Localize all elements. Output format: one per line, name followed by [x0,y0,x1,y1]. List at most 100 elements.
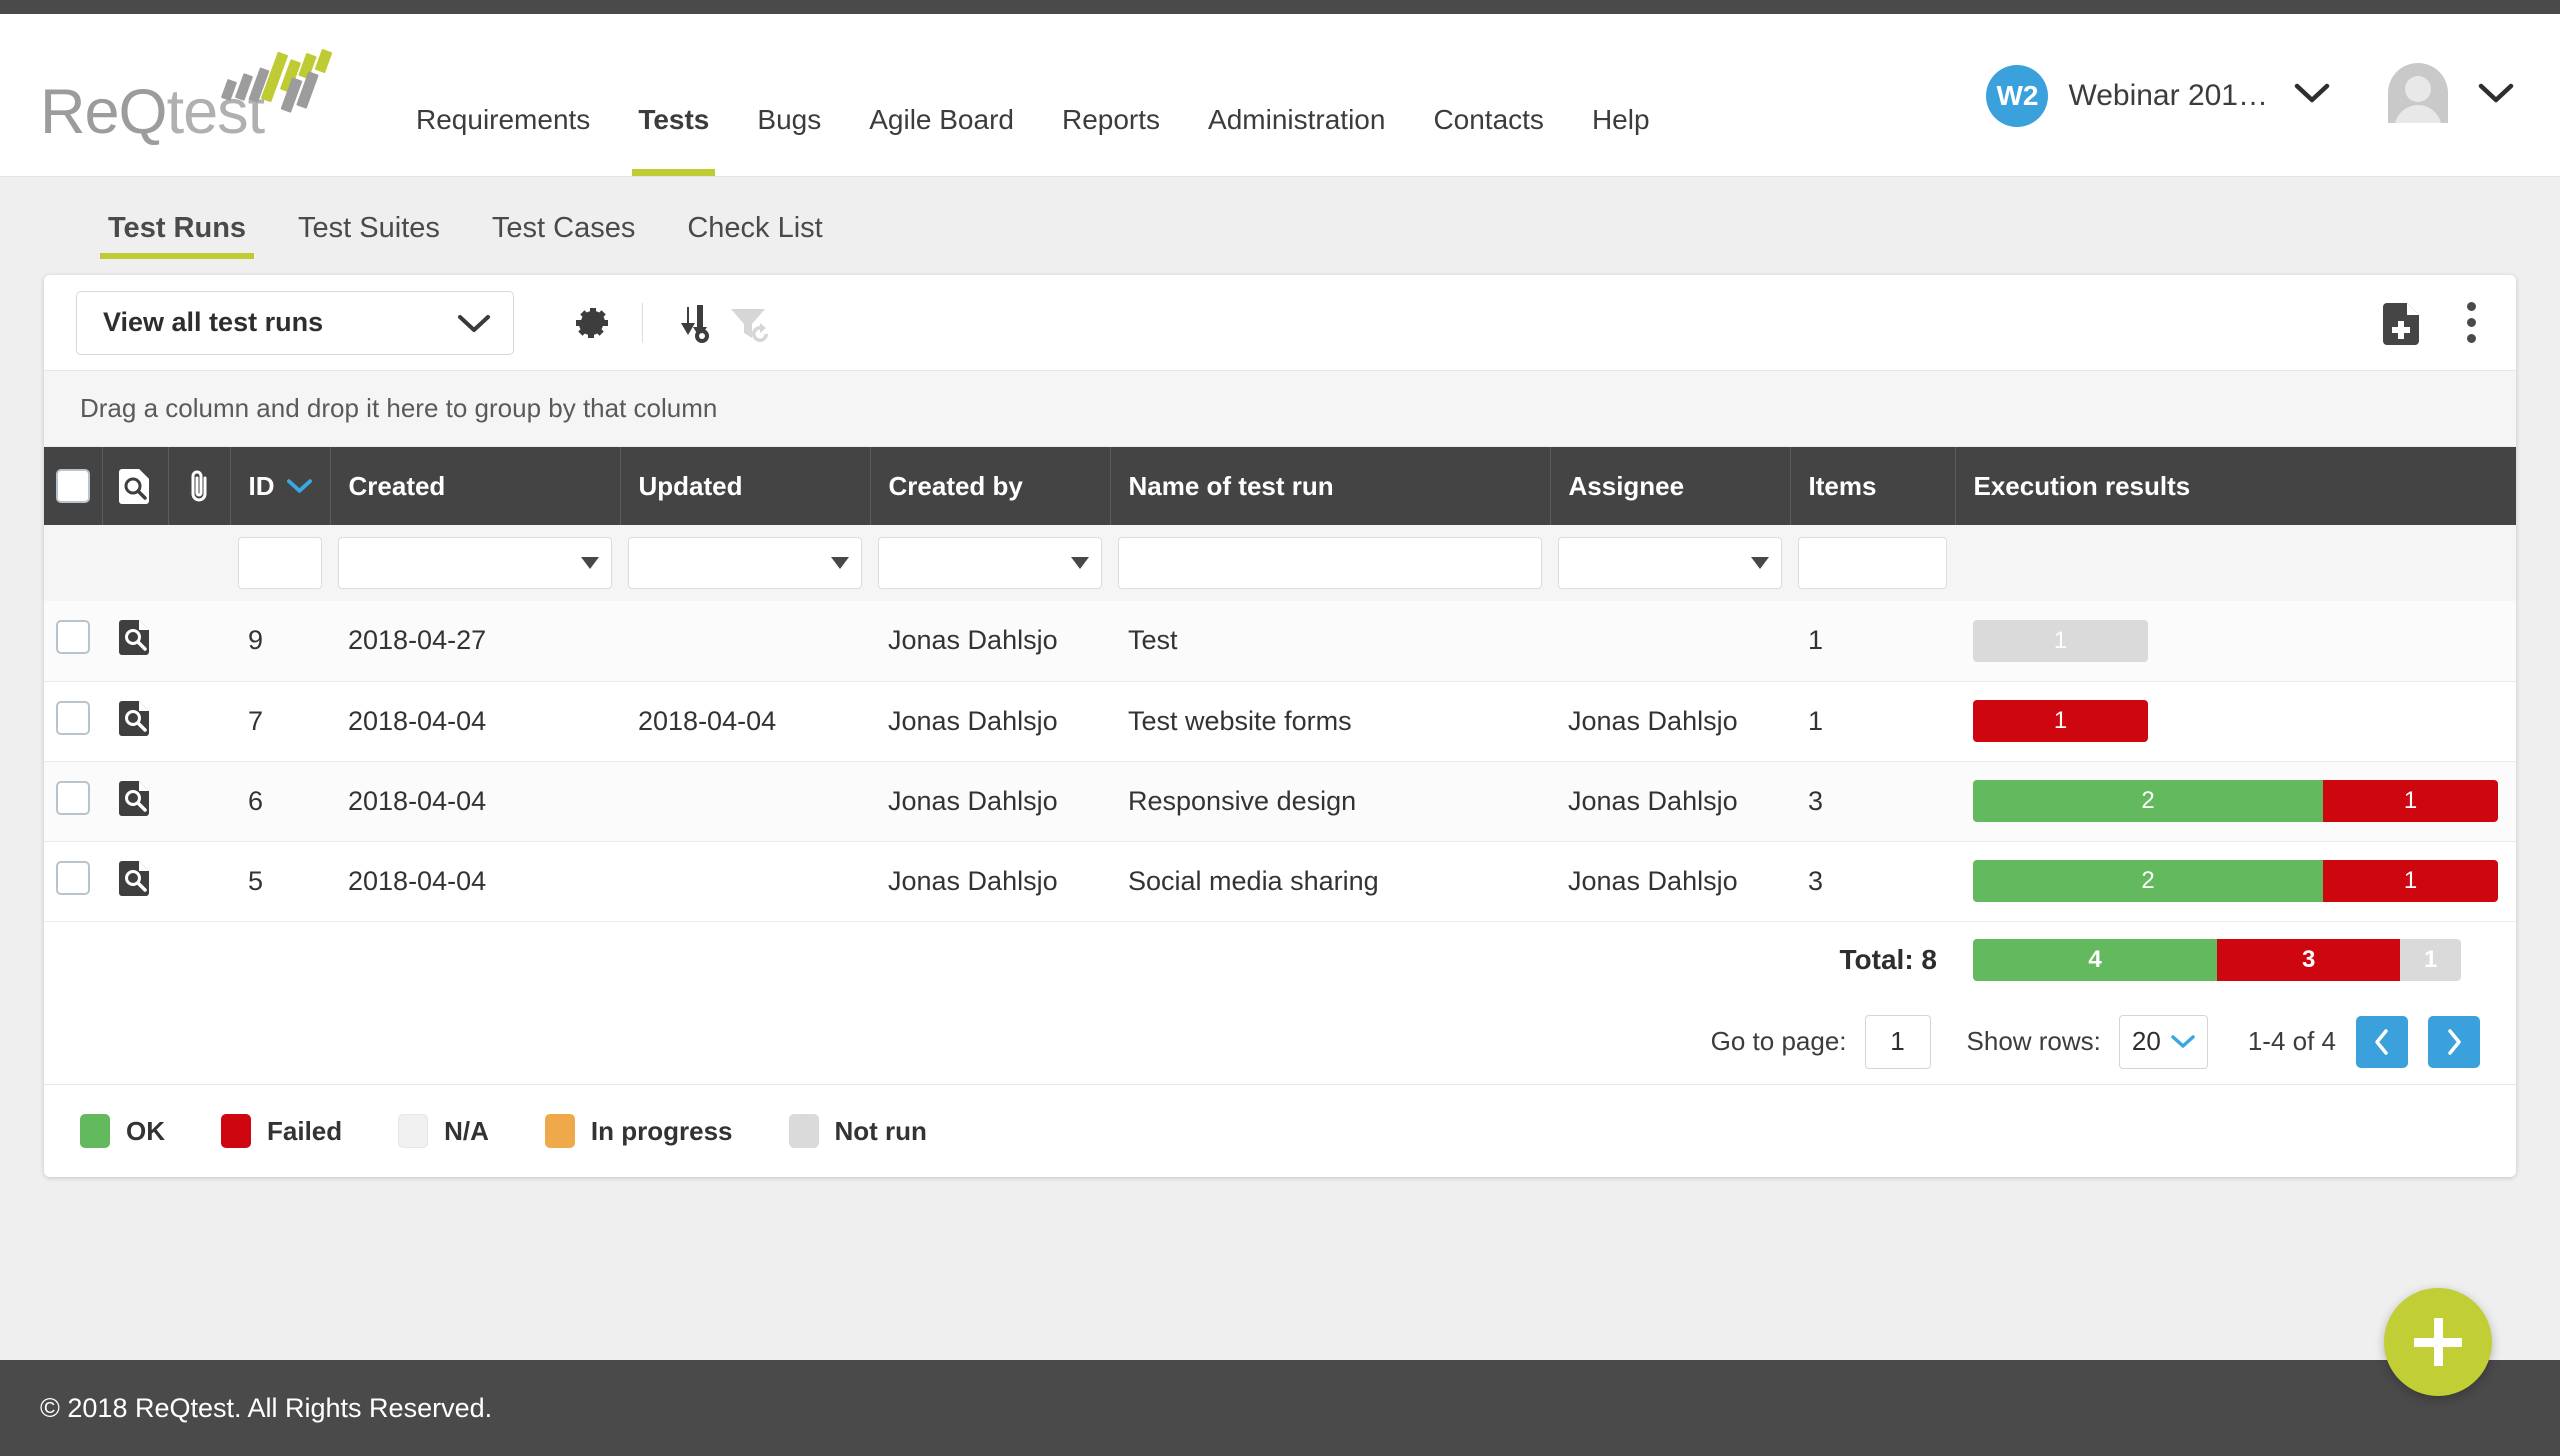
table-row[interactable]: 9 2018-04-27 Jonas Dahlsjo Test 1 1 [44,601,2516,681]
column-header-preview[interactable] [102,447,169,525]
export-download-icon[interactable] [665,295,721,351]
filter-cell-created [330,525,620,601]
gear-icon[interactable] [564,295,620,351]
row-select-cell[interactable] [44,841,102,921]
row-select-cell[interactable] [44,601,102,681]
view-selector[interactable]: View all test runs [76,290,514,355]
column-header-id[interactable]: ID [230,447,331,525]
table-row[interactable]: 7 2018-04-04 2018-04-04 Jonas Dahlsjo Test w… [44,681,2516,761]
column-header-name[interactable]: Name of test run [1110,447,1551,525]
test-runs-card: View all test runs Drag a column and dro… [44,275,2516,1177]
row-select-cell[interactable] [44,761,102,841]
row-results-cell: 21 [1955,761,2516,841]
clear-filter-icon[interactable] [721,295,777,351]
filter-cell-items [1790,525,1955,601]
user-chevron-down-icon[interactable] [2478,82,2514,109]
add-test-run-fab[interactable] [2384,1288,2492,1396]
reqtest-logo[interactable]: ReQtest [40,40,333,150]
column-header-attachment[interactable] [168,447,231,525]
row-results-bar: 21 [1973,780,2498,822]
column-header-select[interactable] [44,447,103,525]
kebab-menu-icon[interactable] [2461,296,2482,349]
select-all-checkbox[interactable] [55,469,90,503]
view-selector-chevron-down-icon [458,314,490,332]
legend-item: Not run [788,1114,927,1148]
nav-item-agile-board[interactable]: Agile Board [845,104,1038,176]
legend-item: OK [80,1114,165,1148]
paperclip-icon [191,470,207,502]
row-updated [620,761,870,841]
nav-item-reports[interactable]: Reports [1038,104,1184,176]
nav-item-administration[interactable]: Administration [1184,104,1409,176]
tab-test-suites[interactable]: Test Suites [272,212,466,259]
column-header-created-by[interactable]: Created by [870,447,1111,525]
filter-input-updated[interactable] [628,537,862,589]
row-preview-cell[interactable] [102,761,168,841]
new-document-icon[interactable] [2375,295,2431,351]
row-preview-cell[interactable] [102,601,168,681]
section-tabs: Test Runs Test Suites Test Cases Check L… [0,177,2560,259]
row-created-by: Jonas Dahlsjo [888,785,1058,816]
next-page-button[interactable] [2428,1015,2480,1068]
row-updated [620,841,870,921]
page-number-input[interactable]: 1 [1864,1014,1931,1069]
main-navigation: Requirements Tests Bugs Agile Board Repo… [392,14,1674,176]
legend-item: In progress [544,1114,733,1148]
row-checkbox[interactable] [56,620,90,655]
rows-per-page-value: 20 [2131,1026,2161,1056]
user-avatar-icon[interactable] [2384,59,2452,132]
row-id: 5 [248,865,264,896]
tab-check-list[interactable]: Check List [661,212,848,259]
row-name: Responsive design [1128,785,1357,816]
result-segment-failed: 1 [1973,700,2148,742]
legend-label: OK [126,1115,165,1146]
table-row[interactable]: 5 2018-04-04 Jonas Dahlsjo Social media sha… [44,841,2516,921]
row-checkbox[interactable] [56,860,90,895]
legend-item: N/A [398,1114,489,1148]
prev-page-button[interactable] [2356,1015,2408,1068]
legend-label: Failed [267,1115,343,1146]
filter-input-items[interactable] [1798,537,1947,589]
group-by-dropzone[interactable]: Drag a column and drop it here to group … [44,371,2516,447]
column-header-created[interactable]: Created [330,447,621,525]
filter-input-assignee[interactable] [1558,537,1782,589]
tab-test-cases[interactable]: Test Cases [466,212,661,259]
row-preview-cell[interactable] [102,841,168,921]
filter-cell-name [1110,525,1550,601]
filter-input-id[interactable] [238,537,322,589]
tab-test-runs[interactable]: Test Runs [82,212,272,259]
row-checkbox[interactable] [56,780,90,815]
magnifier-doc-icon [119,620,149,656]
legend-label: Not run [834,1115,927,1146]
row-results-bar: 1 [1973,700,2148,742]
nav-item-contacts[interactable]: Contacts [1409,104,1568,176]
filter-input-created-by[interactable] [878,537,1102,589]
filter-cell-results [1955,525,2516,601]
table-row[interactable]: 6 2018-04-04 Jonas Dahlsjo Responsive desig… [44,761,2516,841]
filter-input-created[interactable] [338,537,612,589]
row-updated [620,601,870,681]
row-checkbox[interactable] [56,700,90,735]
total-results-cell: 431 [1955,921,2516,999]
legend-item: Failed [221,1114,342,1148]
row-created-by: Jonas Dahlsjo [888,625,1058,656]
row-select-cell[interactable] [44,681,102,761]
column-header-id-label: ID [248,470,275,501]
magnifier-doc-icon [119,700,149,736]
filter-cell-spacer-3 [168,525,230,601]
column-header-updated[interactable]: Updated [620,447,871,525]
row-created: 2018-04-04 [348,705,487,736]
column-header-results[interactable]: Execution results [1955,447,2516,525]
column-header-items[interactable]: Items [1790,447,1956,525]
row-results-cell: 1 [1955,681,2516,761]
nav-item-bugs[interactable]: Bugs [733,104,845,176]
project-chevron-down-icon[interactable] [2294,82,2330,109]
nav-item-tests[interactable]: Tests [614,104,733,176]
row-preview-cell[interactable] [102,681,168,761]
column-header-assignee[interactable]: Assignee [1550,447,1791,525]
filter-input-name[interactable] [1118,537,1542,589]
nav-item-help[interactable]: Help [1568,104,1674,176]
rows-per-page-select[interactable]: 20 [2118,1014,2208,1069]
nav-item-requirements[interactable]: Requirements [392,104,614,176]
legend-swatch [544,1114,575,1148]
